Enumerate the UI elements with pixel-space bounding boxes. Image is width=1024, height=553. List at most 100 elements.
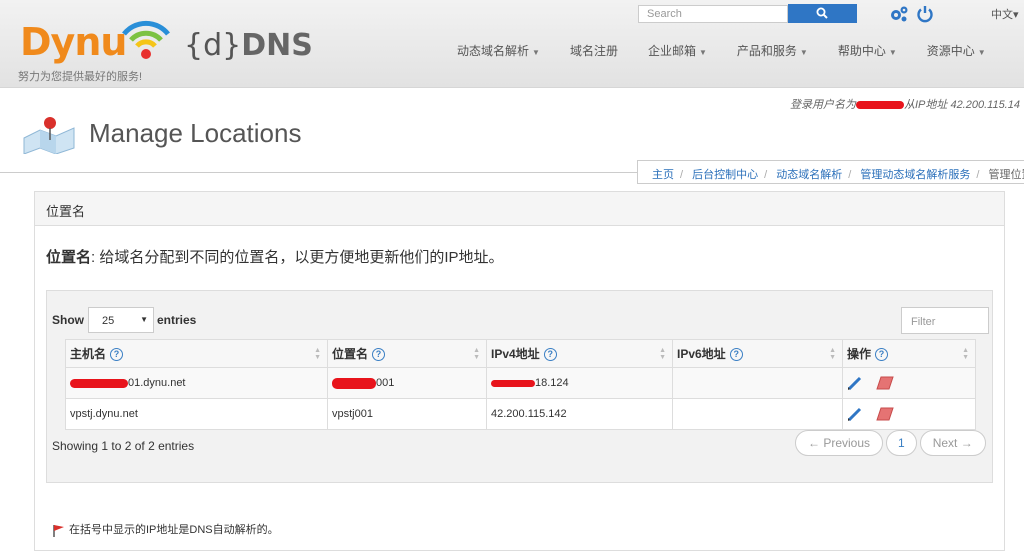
- redaction-mark: [856, 101, 904, 110]
- filter-input[interactable]: Filter: [901, 307, 989, 334]
- language-selector[interactable]: 中文▾: [991, 6, 1019, 22]
- logo-ddns-brace: {d}: [184, 28, 242, 63]
- dynu-logo[interactable]: Dynu {d}DNS: [18, 14, 313, 64]
- cell-location: 001: [327, 367, 487, 399]
- nav-item-ddns[interactable]: 动态域名解析 ▼: [457, 42, 540, 59]
- column-label: 操作: [847, 347, 872, 361]
- site-header: Dynu {d}DNS 努力为您提供最好的服务! Search 中文▾ 动态域名…: [0, 0, 1024, 88]
- show-label: Show: [52, 313, 84, 327]
- table-row: 01.dynu.net 001 18.124: [65, 367, 976, 399]
- breadcrumb-control-center[interactable]: 后台控制中心: [692, 169, 758, 181]
- page-1-button[interactable]: 1: [886, 430, 917, 456]
- logout-power-icon[interactable]: [916, 5, 934, 23]
- chevron-down-icon: ▼: [140, 315, 148, 324]
- logo-ddns-word: DNS: [241, 28, 313, 63]
- cell-actions: [842, 367, 976, 399]
- breadcrumb-home[interactable]: 主页: [652, 169, 674, 181]
- nav-item-products[interactable]: 产品和服务 ▼: [737, 42, 808, 59]
- breadcrumb-separator: /: [976, 169, 980, 181]
- sort-icon: ▲ ▼: [962, 347, 969, 361]
- next-page-button[interactable]: Next →: [919, 430, 986, 456]
- chevron-down-icon: ▾: [1013, 9, 1019, 21]
- locations-panel: 位置名 位置名: 给域名分配到不同的位置名，以更方便地更新他们的IP地址。 Sh…: [34, 191, 1005, 551]
- search-input[interactable]: Search: [638, 5, 788, 23]
- breadcrumb-separator: /: [680, 169, 684, 181]
- caret-down-icon: ▼: [888, 48, 897, 57]
- logo-ddns-text: {d}DNS: [184, 28, 313, 63]
- cell-host: vpstj.dynu.net: [65, 398, 328, 430]
- nav-label: 域名注册: [569, 44, 618, 58]
- sort-icon: ▲ ▼: [473, 347, 480, 361]
- sort-icon: ▲ ▼: [829, 347, 836, 361]
- help-icon[interactable]: ?: [372, 348, 386, 362]
- login-info: 登录用户名为 从IP地址 42.200.115.14: [790, 96, 1020, 112]
- cell-ipv6: [672, 367, 843, 399]
- nav-item-email[interactable]: 企业邮箱 ▼: [648, 42, 707, 59]
- entries-label: entries: [157, 313, 197, 327]
- cell-actions: [842, 398, 976, 430]
- help-icon[interactable]: ?: [729, 348, 743, 362]
- column-header-ipv4[interactable]: IPv4地址? ▲ ▼: [486, 339, 673, 368]
- search-button[interactable]: [788, 4, 857, 23]
- nav-label: 帮助中心: [837, 44, 886, 58]
- table-wrapper: Show 25 ▼ entries Filter 主机名? ▲ ▼ 位置名? ▲ ▼ IP…: [46, 290, 993, 483]
- column-header-host[interactable]: 主机名? ▲ ▼: [65, 339, 328, 368]
- table-row: vpstj.dynu.net vpstj001 42.200.115.142: [65, 398, 976, 430]
- delete-eraser-icon[interactable]: [876, 376, 894, 390]
- location-value: 001: [376, 377, 395, 389]
- cell-location: vpstj001: [327, 398, 487, 430]
- nav-label: 产品和服务: [736, 44, 797, 58]
- redaction-mark: [332, 377, 376, 389]
- tagline: 努力为您提供最好的服务!: [18, 71, 143, 83]
- breadcrumb-separator: /: [848, 169, 852, 181]
- help-icon[interactable]: ?: [110, 348, 124, 362]
- cell-ipv4: 18.124: [486, 367, 673, 399]
- help-icon[interactable]: ?: [543, 348, 557, 362]
- locations-table: 主机名? ▲ ▼ 位置名? ▲ ▼ IPv4地址? ▲ ▼ IPv6地址? ▲ ▼ 操作? ▲ ▼ …: [65, 339, 976, 430]
- column-header-ipv6[interactable]: IPv6地址? ▲ ▼: [672, 339, 843, 368]
- nav-item-help[interactable]: 帮助中心 ▼: [838, 42, 897, 59]
- login-ip: 从IP地址 42.200.115.14: [904, 99, 1020, 111]
- pagination: ← Previous 1 Next →: [795, 430, 989, 456]
- page-size-select[interactable]: 25 ▼: [88, 307, 154, 333]
- redaction-mark: [491, 379, 535, 387]
- caret-down-icon: ▼: [977, 48, 986, 57]
- column-label: 主机名: [70, 347, 107, 361]
- column-header-actions[interactable]: 操作? ▲ ▼: [842, 339, 976, 368]
- column-header-location[interactable]: 位置名? ▲ ▼: [327, 339, 487, 368]
- previous-page-button[interactable]: ← Previous: [795, 430, 884, 456]
- panel-heading: 位置名: [35, 192, 1004, 226]
- delete-eraser-icon[interactable]: [876, 407, 894, 421]
- login-prefix: 登录用户名为: [790, 99, 856, 111]
- search-icon: [816, 7, 828, 19]
- edit-pencil-icon[interactable]: [847, 407, 863, 421]
- language-label: 中文: [991, 9, 1013, 21]
- nav-item-domain[interactable]: 域名注册: [570, 42, 618, 59]
- nav-item-resources[interactable]: 资源中心 ▼: [927, 42, 986, 59]
- page-title: Manage Locations: [89, 118, 302, 148]
- description-term: 位置名: [46, 249, 92, 266]
- caret-down-icon: ▼: [799, 48, 808, 57]
- cell-ipv6: [672, 398, 843, 430]
- breadcrumb-separator: /: [764, 169, 768, 181]
- edit-pencil-icon[interactable]: [847, 376, 863, 390]
- settings-gears-icon[interactable]: [889, 5, 909, 23]
- table-info: Showing 1 to 2 of 2 entries: [52, 439, 195, 453]
- cell-host: 01.dynu.net: [65, 367, 328, 399]
- column-label: 位置名: [332, 347, 369, 361]
- caret-down-icon: ▼: [698, 48, 707, 57]
- footnote: 在括号中显示的IP地址是DNS自动解析的。: [51, 521, 279, 538]
- help-icon[interactable]: ?: [875, 348, 889, 362]
- description-text: : 给域名分配到不同的位置名，以更方便地更新他们的IP地址。: [91, 249, 504, 266]
- breadcrumb-current: 管理位置组: [988, 169, 1024, 181]
- breadcrumb-ddns[interactable]: 动态域名解析: [776, 169, 842, 181]
- panel-description: 位置名: 给域名分配到不同的位置名，以更方便地更新他们的IP地址。: [46, 246, 504, 267]
- sort-icon: ▲ ▼: [314, 347, 321, 361]
- breadcrumb-manage-ddns[interactable]: 管理动态域名解析服务: [860, 169, 970, 181]
- logo-dynu-text: Dynu: [20, 20, 127, 64]
- sort-icon: ▲ ▼: [659, 347, 666, 361]
- table-header-row: 主机名? ▲ ▼ 位置名? ▲ ▼ IPv4地址? ▲ ▼ IPv6地址? ▲ ▼ 操作? ▲ ▼: [65, 339, 976, 368]
- nav-label: 资源中心: [926, 44, 975, 58]
- flag-icon: [53, 525, 64, 538]
- nav-label: 动态域名解析: [457, 44, 530, 58]
